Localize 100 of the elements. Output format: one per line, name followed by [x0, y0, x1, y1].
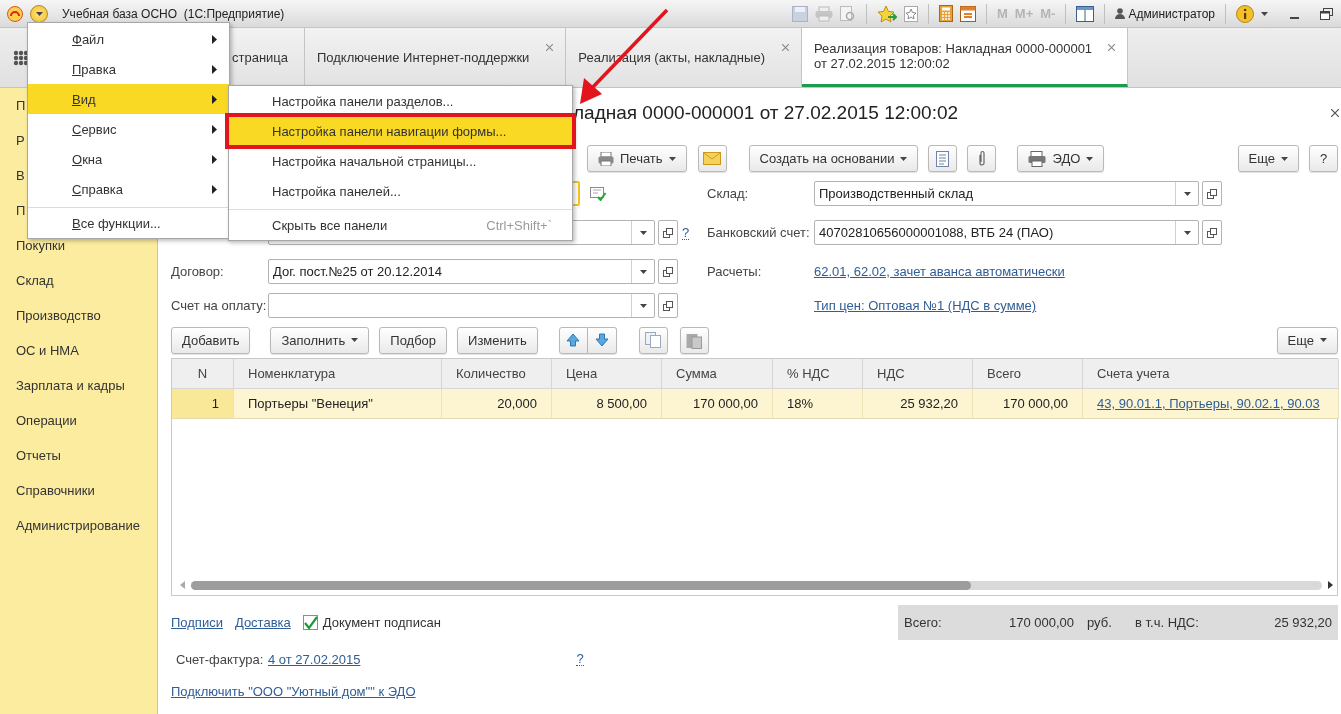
column-header[interactable]: Счета учета	[1083, 359, 1339, 389]
open-button[interactable]	[1202, 181, 1222, 206]
close-icon[interactable]	[1331, 109, 1339, 117]
sidebar-item[interactable]: Зарплата и кадры	[0, 368, 157, 403]
save-icon[interactable]	[792, 5, 808, 22]
document-check-icon[interactable]	[590, 186, 606, 201]
sidebar-item[interactable]: Производство	[0, 298, 157, 333]
check-icon	[302, 615, 318, 630]
main-menu-button[interactable]	[30, 4, 48, 23]
panels-icon[interactable]	[1076, 5, 1095, 22]
menu-item[interactable]: Настройка панелей...	[229, 176, 572, 206]
menu-item[interactable]: Настройка начальной страницы...	[229, 146, 572, 176]
window-title: Учебная база ОСНО (1С:Предприятие)	[62, 6, 285, 21]
toolbar-button[interactable]: Создать на основании	[748, 145, 919, 172]
select-field[interactable]: Дог. пост.№25 от 20.12.2014	[268, 259, 655, 284]
scrollbar[interactable]	[191, 580, 1322, 590]
open-window-icon	[663, 227, 673, 238]
column-header[interactable]: N	[172, 359, 234, 389]
calculator-icon[interactable]	[939, 5, 953, 22]
help-button[interactable]: ?	[1309, 145, 1338, 172]
sidebar-item[interactable]: Администрирование	[0, 508, 157, 543]
table-cell: 25 932,20	[900, 396, 958, 411]
toolbar-button[interactable]: Добавить	[171, 326, 251, 354]
checkbox[interactable]	[302, 615, 318, 630]
menu-item[interactable]: Вид	[28, 84, 229, 114]
menu-item[interactable]: Справка	[28, 174, 229, 204]
open-window-icon	[663, 266, 673, 277]
user-name[interactable]: Администратор	[1128, 6, 1215, 21]
open-button[interactable]	[1202, 220, 1222, 245]
invoice-label: Счет-фактура:	[176, 651, 265, 667]
select-field[interactable]	[268, 293, 655, 318]
more-button[interactable]: Еще	[1276, 326, 1338, 354]
column-header[interactable]: Количество	[442, 359, 552, 389]
footer-link[interactable]: Доставка	[234, 615, 291, 630]
open-button[interactable]	[658, 220, 678, 245]
select-field[interactable]: 40702810656000001088, ВТБ 24 (ПАО)	[814, 220, 1199, 245]
menu-item[interactable]: Правка	[28, 54, 229, 84]
move-down-button[interactable]	[587, 326, 617, 354]
apps-grid-icon[interactable]	[13, 49, 29, 66]
select-field[interactable]: Производственный склад	[814, 181, 1199, 206]
toolbar-button[interactable]: Подбор	[379, 326, 448, 354]
table-row[interactable]: 1 Портьеры "Венеция" 20,000 8 500,00 170 000,00 18% 25 932,20 170 000,00 43, 90.01.1, Портьеры, 90.02.1, 90.03	[172, 389, 1337, 419]
icon-button[interactable]	[928, 145, 958, 172]
toolbar-button[interactable]: Заполнить	[270, 326, 370, 354]
menu-item[interactable]: Настройка панели разделов...	[229, 86, 572, 116]
connect-edo-link[interactable]: Подключить "ООО "Уютный дом"" к ЭДО	[171, 683, 416, 699]
close-icon[interactable]	[1107, 44, 1115, 51]
tab[interactable]: Подключение Интернет-поддержки	[305, 28, 567, 87]
open-window-icon	[1207, 188, 1217, 199]
table-cell: 8 500,00	[596, 396, 647, 411]
preview-icon[interactable]	[840, 5, 856, 22]
sidebar-item[interactable]: Справочники	[0, 473, 157, 508]
clipboard-icon	[686, 331, 703, 349]
restore-icon[interactable]	[1320, 7, 1333, 20]
help-link[interactable]: ?	[682, 225, 690, 240]
move-up-button[interactable]	[558, 326, 588, 354]
sidebar-item[interactable]: ОС и НМА	[0, 333, 157, 368]
logo-icon	[7, 5, 23, 22]
open-button[interactable]	[658, 259, 678, 284]
sidebar-item[interactable]: Операции	[0, 403, 157, 438]
invoice-link[interactable]: 4 от 27.02.2015	[268, 651, 361, 667]
menu-item[interactable]: Все функции...	[28, 208, 229, 238]
icon-button[interactable]	[679, 326, 709, 354]
column-header[interactable]: Цена	[552, 359, 662, 389]
caret-icon	[1320, 338, 1327, 342]
column-header[interactable]: Всего	[973, 359, 1083, 389]
caret-icon	[35, 11, 43, 16]
column-header[interactable]: НДС	[863, 359, 973, 389]
icon-button[interactable]	[967, 145, 997, 172]
calendar-icon[interactable]	[960, 5, 976, 22]
column-header[interactable]: % НДС	[773, 359, 863, 389]
close-icon[interactable]	[781, 44, 789, 51]
scroll-left-icon[interactable]	[180, 581, 185, 589]
toolbar-button[interactable]: ЭДО	[1017, 145, 1105, 172]
column-header[interactable]: Номенклатура	[234, 359, 442, 389]
scroll-right-icon[interactable]	[1328, 581, 1333, 589]
settings-link[interactable]: 62.01, 62.02, зачет аванса автоматически	[814, 264, 1065, 279]
info-icon[interactable]	[1236, 4, 1254, 23]
icon-button[interactable]	[697, 145, 727, 172]
footer-link[interactable]: Подписи	[171, 615, 223, 630]
caret-icon	[639, 230, 647, 235]
menu-item[interactable]: Скрыть все панели Ctrl+Shift+`	[229, 210, 572, 240]
toolbar-button[interactable]: Изменить	[457, 326, 538, 354]
sidebar-item[interactable]: Склад	[0, 263, 157, 298]
column-header[interactable]: Сумма	[662, 359, 773, 389]
open-window-icon	[663, 300, 673, 311]
star-arrow-icon[interactable]	[877, 4, 897, 23]
toolbar-button[interactable]: Печать	[587, 145, 687, 172]
tab[interactable]: Реализация товаров: Накладная 0000-000001 от 27.02.2015 12:00:02	[801, 28, 1128, 87]
icon-button[interactable]	[638, 326, 668, 354]
more-button[interactable]: Еще	[1237, 145, 1299, 172]
total-value: 170 000,00	[1007, 615, 1074, 630]
star-icon[interactable]	[904, 5, 918, 22]
menu-item[interactable]: Файл	[28, 24, 229, 54]
menu-item[interactable]: Настройка панели навигации формы...	[225, 113, 576, 149]
close-icon[interactable]	[546, 44, 554, 51]
settings-link[interactable]: Тип цен: Оптовая №1 (НДС в сумме)	[814, 298, 1037, 313]
sidebar-item[interactable]: Отчеты	[0, 438, 157, 473]
open-button[interactable]	[658, 293, 678, 318]
help-link[interactable]: ?	[576, 652, 584, 666]
